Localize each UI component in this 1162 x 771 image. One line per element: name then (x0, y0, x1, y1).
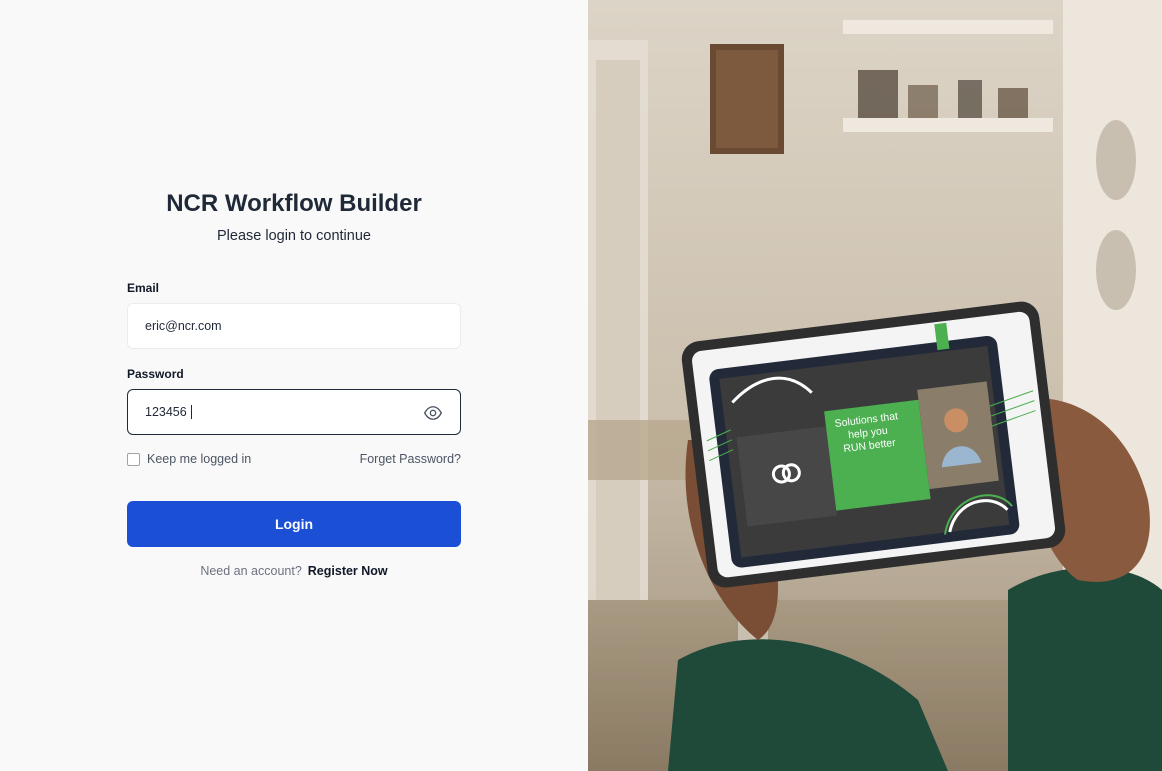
forgot-password-link[interactable]: Forget Password? (340, 452, 461, 466)
login-panel: NCR Workflow Builder Please login to con… (0, 0, 588, 771)
password-field[interactable]: 123456 (127, 389, 461, 435)
page-title: NCR Workflow Builder (166, 190, 422, 217)
remember-checkbox[interactable] (127, 452, 140, 466)
email-value: eric@ncr.com (145, 319, 222, 333)
password-label: Password (127, 367, 184, 381)
remember-me[interactable]: Keep me logged in (127, 452, 251, 466)
remember-label: Keep me logged in (147, 452, 252, 466)
hero-photo-illustration (588, 0, 1162, 771)
hero-image: Solutions that help you RUN better (588, 0, 1162, 771)
tablet-tagline: Solutions that help you RUN better (834, 410, 899, 456)
text-caret (190, 405, 192, 419)
register-prompt: Need an account? (200, 564, 302, 578)
register-link[interactable]: Register Now (308, 564, 388, 578)
eye-icon[interactable] (423, 403, 443, 423)
password-value: 123456 (145, 405, 187, 419)
email-field[interactable]: eric@ncr.com (127, 303, 461, 349)
register-row: Need an account? Register Now (0, 564, 588, 578)
login-button[interactable]: Login (127, 501, 461, 547)
email-label: Email (127, 281, 160, 295)
page-subtitle: Please login to continue (217, 228, 371, 244)
